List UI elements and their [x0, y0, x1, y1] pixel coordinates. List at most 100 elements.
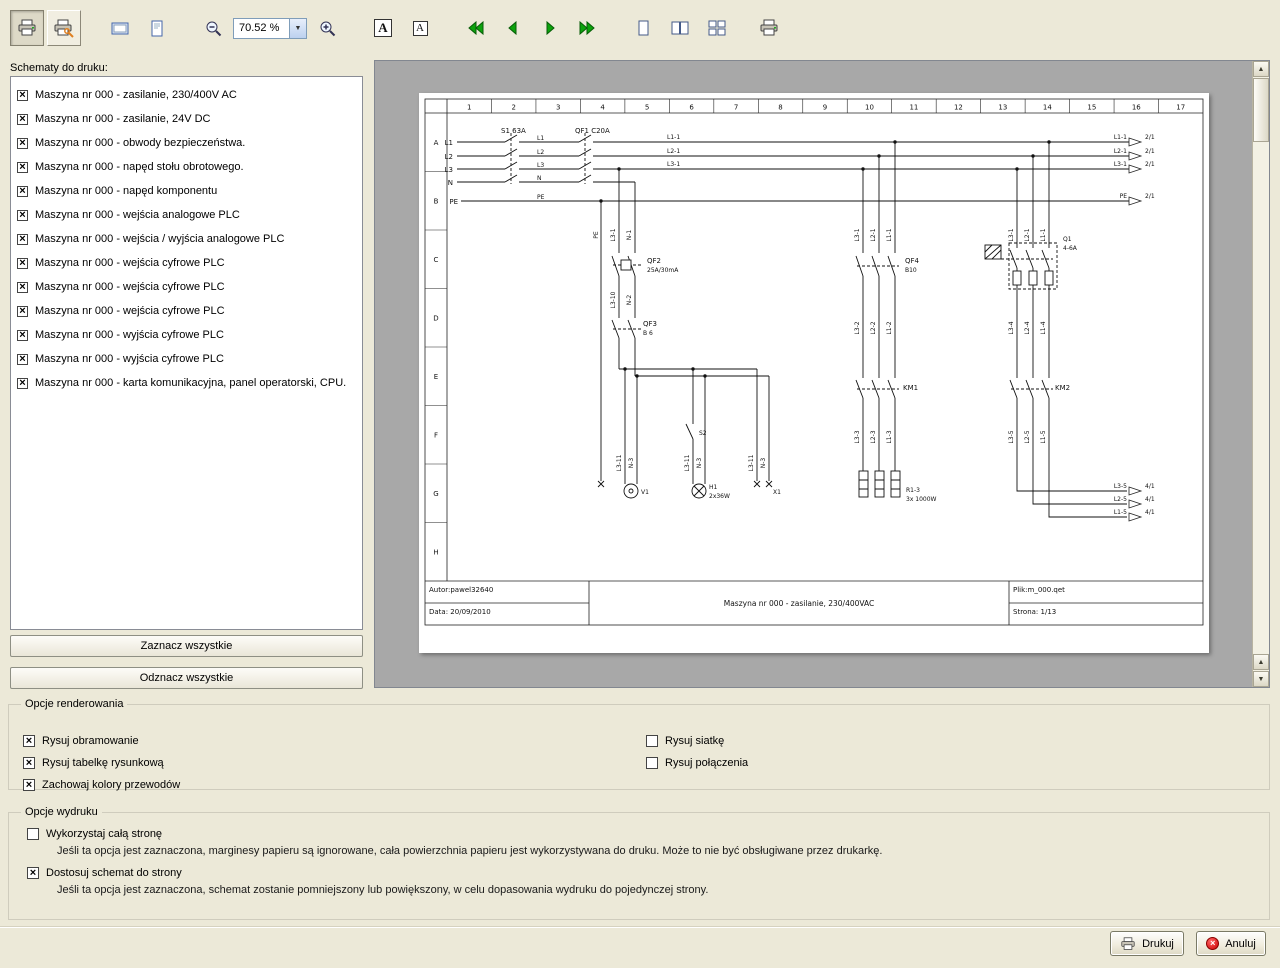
- item-label: Maszyna nr 000 - wyjścia cyfrowe PLC: [35, 329, 224, 341]
- schematic-label: N-3: [696, 458, 703, 469]
- zoom-select[interactable]: 70.52 % ▼: [233, 18, 307, 39]
- zoom-out-icon: [205, 20, 222, 37]
- deselect-all-button[interactable]: Odznacz wszystkie: [10, 667, 363, 689]
- checkbox-option[interactable]: ×Zachowaj kolory przewodów: [23, 774, 180, 796]
- scroll-down-button[interactable]: ▼: [1253, 671, 1269, 687]
- list-item[interactable]: × Maszyna nr 000 - wejścia / wyjścia anal…: [11, 227, 362, 251]
- schematics-list[interactable]: × Maszyna nr 000 - zasilanie, 230/400V AC…: [10, 76, 363, 630]
- checkbox-option[interactable]: Wykorzystaj całą stronę: [27, 828, 1261, 840]
- previous-page-button[interactable]: [496, 10, 530, 46]
- title-block-title: Maszyna nr 000 - zasilanie, 230/400VAC: [724, 599, 875, 608]
- option-checkbox[interactable]: ×: [23, 779, 35, 791]
- select-all-button[interactable]: Zaznacz wszystkie: [10, 635, 363, 657]
- item-checkbox[interactable]: ×: [17, 330, 28, 341]
- adjust-font-boxed-button[interactable]: A: [366, 10, 400, 46]
- list-item[interactable]: ×Maszyna nr 000 - wyjścia cyfrowe PLC: [11, 347, 362, 371]
- preview-page: 1234567891011121314151617 ABCDEFGH: [419, 93, 1209, 653]
- schematic-label: L1-5: [1114, 509, 1127, 516]
- print-button[interactable]: Drukuj: [1110, 931, 1184, 956]
- print-options-button[interactable]: [10, 10, 44, 46]
- schematic-label: QF1 C20A: [575, 127, 610, 135]
- next-page-button[interactable]: [533, 10, 567, 46]
- orientation-landscape-button[interactable]: [103, 10, 137, 46]
- list-item[interactable]: × Maszyna nr 000 - wejścia cyfrowe PLC: [11, 299, 362, 323]
- checkbox-option[interactable]: ×Dostosuj schemat do strony: [27, 867, 1261, 879]
- schematic-label: L3-11: [684, 454, 691, 471]
- list-item[interactable]: ×Maszyna nr 000 - napęd stołu obrotowego…: [11, 155, 362, 179]
- list-item[interactable]: ×Maszyna nr 000 - zasilanie, 24V DC: [11, 107, 362, 131]
- vertical-scrollbar[interactable]: ▲ ▲ ▼: [1252, 61, 1269, 687]
- multi-page-view-button[interactable]: [700, 10, 734, 46]
- list-item[interactable]: × Maszyna nr 000 - zasilanie, 230/400V AC: [11, 83, 362, 107]
- facing-pages-view-button[interactable]: [663, 10, 697, 46]
- list-item[interactable]: ×Maszyna nr 000 - wejścia cyfrowe PLC: [11, 251, 362, 275]
- item-checkbox[interactable]: ×: [17, 258, 28, 269]
- letter-a-icon: A: [413, 21, 428, 36]
- list-item[interactable]: ×Maszyna nr 000 - wejścia cyfrowe PLC: [11, 275, 362, 299]
- checkbox-option[interactable]: × Rysuj obramowanie: [23, 730, 180, 752]
- item-checkbox[interactable]: ×: [17, 210, 28, 221]
- list-item[interactable]: ×Maszyna nr 000 - napęd komponentu: [11, 179, 362, 203]
- zoom-out-button[interactable]: [196, 10, 230, 46]
- list-item[interactable]: × Maszyna nr 000 - obwody bezpieczeństwa.: [11, 131, 362, 155]
- last-page-button[interactable]: [570, 10, 604, 46]
- item-checkbox[interactable]: ×: [17, 90, 28, 101]
- item-checkbox[interactable]: ×: [17, 306, 28, 317]
- scroll-up-button-bottom[interactable]: ▲: [1253, 654, 1269, 670]
- option-checkbox[interactable]: [646, 757, 658, 769]
- list-item[interactable]: ×Maszyna nr 000 - karta komunikacyjna, p…: [11, 371, 362, 395]
- cancel-button[interactable]: × Anuluj: [1196, 931, 1266, 956]
- schematic-label: PE: [537, 194, 545, 201]
- item-label: Maszyna nr 000 - zasilanie, 230/400V AC: [35, 89, 237, 101]
- option-checkbox[interactable]: [27, 828, 39, 840]
- adjust-font-button[interactable]: A: [403, 10, 437, 46]
- option-checkbox[interactable]: ×: [23, 757, 35, 769]
- toolbar-print-button[interactable]: [752, 10, 786, 46]
- item-checkbox[interactable]: ×: [17, 162, 28, 173]
- item-checkbox[interactable]: ×: [17, 114, 28, 125]
- page-setup-button[interactable]: [47, 10, 81, 46]
- item-label: Maszyna nr 000 - obwody bezpieczeństwa.: [35, 137, 245, 149]
- zoom-in-button[interactable]: [310, 10, 344, 46]
- item-checkbox[interactable]: ×: [17, 234, 28, 245]
- checkbox-option[interactable]: Rysuj siatkę: [646, 730, 748, 752]
- option-label: Rysuj obramowanie: [42, 735, 139, 747]
- chevron-down-icon[interactable]: ▼: [289, 19, 306, 38]
- schematic-label: 25A/30mA: [647, 267, 679, 274]
- item-checkbox[interactable]: ×: [17, 378, 28, 389]
- print-dialog-window: 70.52 % ▼ A A: [0, 0, 1280, 968]
- schematic-svg: 1234567891011121314151617 ABCDEFGH: [419, 93, 1209, 653]
- orientation-portrait-button[interactable]: [140, 10, 174, 46]
- first-page-button[interactable]: [459, 10, 493, 46]
- checkbox-option[interactable]: Rysuj połączenia: [646, 752, 748, 774]
- single-page-view-button[interactable]: [626, 10, 660, 46]
- schematic-label: 4/1: [1145, 483, 1155, 490]
- scrollbar-thumb[interactable]: [1253, 78, 1269, 142]
- scroll-up-button[interactable]: ▲: [1253, 61, 1269, 77]
- cancel-button-label: Anuluj: [1225, 938, 1256, 950]
- item-label: Maszyna nr 000 - wejścia / wyjścia analo…: [35, 233, 284, 245]
- first-page-icon: [467, 21, 485, 35]
- item-checkbox[interactable]: ×: [17, 282, 28, 293]
- schematic-label: L3-3: [854, 430, 861, 443]
- item-label: Maszyna nr 000 - wejścia cyfrowe PLC: [35, 305, 225, 317]
- zoom-value[interactable]: 70.52 %: [234, 19, 289, 38]
- checkbox-option[interactable]: ×Rysuj tabelkę rysunkową: [23, 752, 180, 774]
- option-checkbox[interactable]: ×: [23, 735, 35, 747]
- option-checkbox[interactable]: [646, 735, 658, 747]
- schematic-label: L3-5: [1114, 483, 1127, 490]
- single-page-icon: [634, 20, 652, 36]
- schematic-label: 1: [467, 104, 471, 112]
- footer-separator: [0, 926, 1280, 928]
- printer-icon: [17, 19, 37, 37]
- list-item[interactable]: × Maszyna nr 000 - wyjścia cyfrowe PLC: [11, 323, 362, 347]
- option-checkbox[interactable]: ×: [27, 867, 39, 879]
- schematic-label: D: [433, 314, 438, 322]
- item-checkbox[interactable]: ×: [17, 138, 28, 149]
- schematic-label: Q1: [1063, 236, 1072, 243]
- list-item[interactable]: ×Maszyna nr 000 - wejścia analogowe PLC: [11, 203, 362, 227]
- item-checkbox[interactable]: ×: [17, 354, 28, 365]
- schematic-label: 9: [823, 104, 827, 112]
- item-checkbox[interactable]: ×: [17, 186, 28, 197]
- schematic-label: KM1: [903, 384, 918, 392]
